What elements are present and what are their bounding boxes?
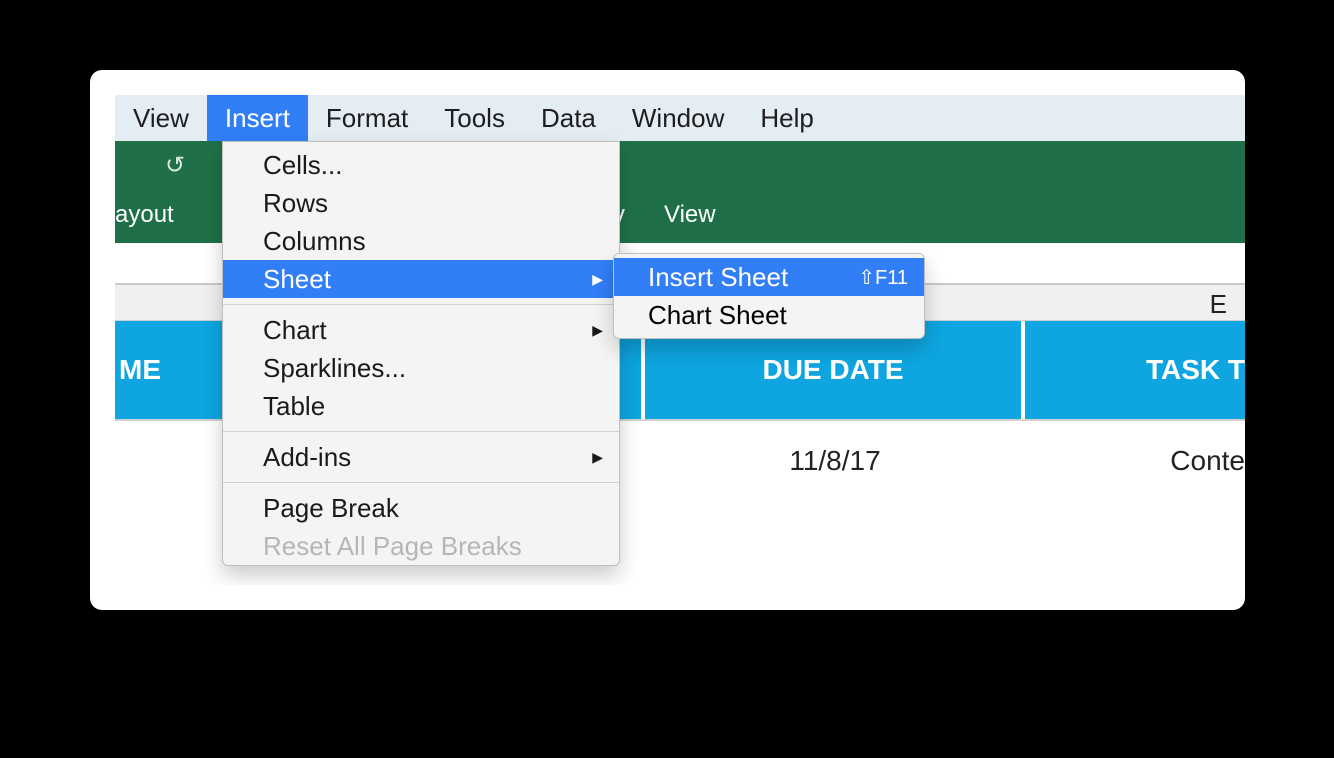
submenu-arrow-icon: ▶ xyxy=(592,271,603,288)
menu-separator xyxy=(223,304,619,305)
menu-data[interactable]: Data xyxy=(523,95,614,141)
submenu-item-insert-sheet[interactable]: Insert Sheet ⇧F11 xyxy=(614,258,924,296)
menu-view[interactable]: View xyxy=(115,95,207,141)
menu-tools[interactable]: Tools xyxy=(426,95,523,141)
sheet-submenu: Insert Sheet ⇧F11 Chart Sheet xyxy=(613,253,925,339)
submenu-arrow-icon: ▶ xyxy=(592,449,603,466)
menu-item-page-break[interactable]: Page Break xyxy=(223,489,619,527)
menu-item-table[interactable]: Table xyxy=(223,387,619,425)
menu-separator xyxy=(223,431,619,432)
submenu-item-chart-sheet[interactable]: Chart Sheet xyxy=(614,296,924,334)
menu-item-sparklines[interactable]: Sparklines... xyxy=(223,349,619,387)
menu-item-chart[interactable]: Chart ▶ xyxy=(223,311,619,349)
menu-separator xyxy=(223,482,619,483)
menu-item-cells[interactable]: Cells... xyxy=(223,146,619,184)
undo-icon[interactable]: ↺ xyxy=(165,151,185,180)
menu-item-addins[interactable]: Add-ins ▶ xyxy=(223,438,619,476)
menu-help[interactable]: Help xyxy=(742,95,831,141)
menu-item-rows[interactable]: Rows xyxy=(223,184,619,222)
cell-task[interactable]: Conte xyxy=(1025,421,1245,501)
cell-due-date[interactable]: 11/8/17 xyxy=(645,421,1025,501)
menu-format[interactable]: Format xyxy=(308,95,426,141)
ribbon-tab-layout[interactable]: ayout xyxy=(115,201,174,229)
shortcut-label: ⇧F11 xyxy=(858,265,908,290)
menu-item-sheet[interactable]: Sheet ▶ xyxy=(223,260,619,298)
app-inner: View Insert Format Tools Data Window Hel… xyxy=(115,95,1245,585)
th-task[interactable]: TASK T xyxy=(1025,321,1245,419)
menubar: View Insert Format Tools Data Window Hel… xyxy=(115,95,1245,141)
app-window-frame: View Insert Format Tools Data Window Hel… xyxy=(90,70,1245,610)
ribbon-tab-view[interactable]: View xyxy=(664,201,716,229)
column-header-e[interactable]: E xyxy=(1210,289,1227,320)
menu-item-reset-page-breaks: Reset All Page Breaks xyxy=(223,527,619,565)
insert-menu-dropdown: Cells... Rows Columns Sheet ▶ Chart ▶ Sp… xyxy=(222,141,620,566)
menu-item-columns[interactable]: Columns xyxy=(223,222,619,260)
submenu-arrow-icon: ▶ xyxy=(592,322,603,339)
menu-window[interactable]: Window xyxy=(614,95,742,141)
menu-insert[interactable]: Insert xyxy=(207,95,308,141)
